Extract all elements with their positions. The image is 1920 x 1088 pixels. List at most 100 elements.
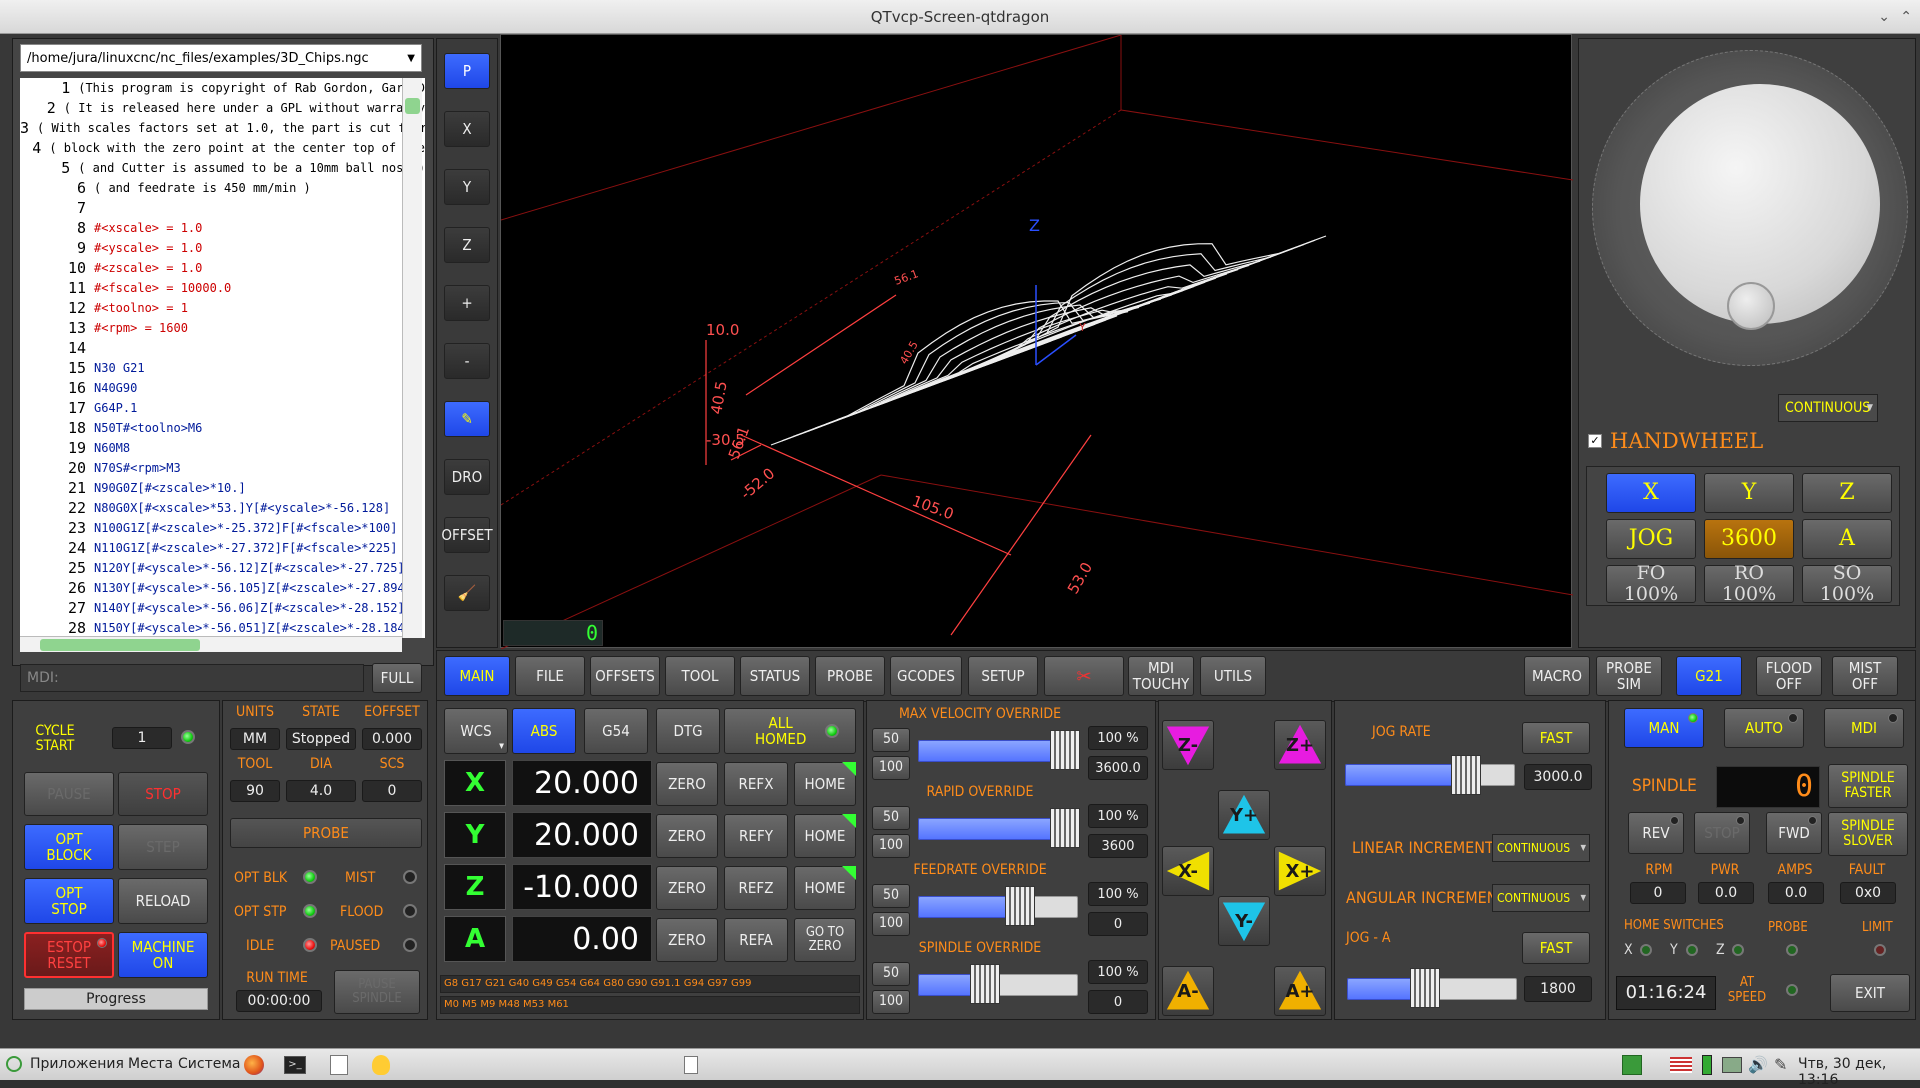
file-path-combo[interactable]: /home/jura/linuxcnc/nc_files/examples/3D… bbox=[20, 44, 422, 72]
handwheel-y-button[interactable]: Y bbox=[1704, 473, 1794, 513]
view-y-button[interactable]: Y bbox=[444, 169, 490, 205]
gcode-line[interactable]: 21 N90G0Z[#<zscale>*10.] bbox=[20, 478, 425, 498]
gcode-line[interactable]: 10 #<zscale> = 1.0 bbox=[20, 258, 425, 278]
tab-setup[interactable]: SETUP bbox=[968, 656, 1038, 696]
z-plus-button[interactable]: Z+ bbox=[1274, 720, 1326, 770]
gcode-line[interactable]: 28 N150Y[#<yscale>*-56.051]Z[#<zscale>*-2… bbox=[20, 618, 425, 638]
gcode-line[interactable]: 6 ( and feedrate is 450 mm/min ) bbox=[20, 178, 425, 198]
y-plus-button[interactable]: Y+ bbox=[1218, 790, 1270, 840]
handwheel-checkbox[interactable]: ✓ bbox=[1588, 434, 1602, 448]
gcode-line[interactable]: 11 #<fscale> = 10000.0 bbox=[20, 278, 425, 298]
tab-mdi-touchy[interactable]: MDI TOUCHY bbox=[1128, 656, 1194, 696]
jog-a-slider-knob[interactable] bbox=[1410, 968, 1440, 1008]
cycle-count[interactable]: 1 bbox=[112, 727, 172, 749]
gcode-line[interactable]: 27 N140Y[#<yscale>*-56.06]Z[#<zscale>*-28… bbox=[20, 598, 425, 618]
handwheel-so-button[interactable]: SO 100% bbox=[1802, 563, 1892, 604]
terminal-icon[interactable]: >_ bbox=[284, 1056, 306, 1074]
axis-y-button[interactable]: Y bbox=[444, 812, 506, 858]
firefox-icon[interactable] bbox=[244, 1055, 264, 1075]
override-100-button[interactable]: 100 bbox=[872, 912, 910, 936]
handwheel-fo-button[interactable]: FO 100% bbox=[1606, 563, 1696, 604]
cycle-start-label[interactable]: CYCLE START bbox=[24, 718, 86, 760]
tab-status[interactable]: STATUS bbox=[740, 656, 810, 696]
gcode-line[interactable]: 25 N120Y[#<yscale>*-56.12]Z[#<zscale>*-27… bbox=[20, 558, 425, 578]
chevron-up-icon[interactable]: ⌃ bbox=[1900, 0, 1912, 34]
handwheel-z-button[interactable]: Z bbox=[1802, 473, 1892, 513]
gcode-line[interactable]: 8 #<xscale> = 1.0 bbox=[20, 218, 425, 238]
menu-logo-icon[interactable] bbox=[6, 1056, 22, 1072]
pause-spindle-button[interactable]: PAUSE SPINDLE bbox=[334, 970, 420, 1014]
ref-z-button[interactable]: REFZ bbox=[724, 866, 788, 910]
network-icon[interactable] bbox=[1722, 1057, 1742, 1073]
gcode-line[interactable]: 26 N130Y[#<yscale>*-56.105]Z[#<zscale>*-2… bbox=[20, 578, 425, 598]
battery-icon[interactable] bbox=[1702, 1055, 1712, 1075]
axis-a-button[interactable]: A bbox=[444, 916, 506, 962]
gcode-line[interactable]: 18 N50T#<toolno>M6 bbox=[20, 418, 425, 438]
override-50-button[interactable]: 50 bbox=[872, 884, 910, 908]
override-slider-knob[interactable] bbox=[1050, 730, 1080, 770]
opt-block-button[interactable]: OPT BLOCK bbox=[24, 824, 114, 870]
zero-z-button[interactable]: ZERO bbox=[656, 866, 718, 910]
tab-gcodes[interactable]: GCODES bbox=[890, 656, 962, 696]
gcode-line[interactable]: 14 bbox=[20, 338, 425, 358]
dro-toggle-button[interactable]: DRO bbox=[444, 459, 490, 495]
hscroll-thumb[interactable] bbox=[40, 639, 200, 651]
handwheel-mode-combo[interactable]: CONTINUOUS ▼ bbox=[1778, 394, 1878, 422]
probe-button[interactable]: PROBE bbox=[230, 818, 422, 848]
abs-button[interactable]: ABS bbox=[512, 708, 576, 754]
override-100-button[interactable]: 100 bbox=[872, 990, 910, 1014]
text-editor-icon[interactable] bbox=[330, 1055, 348, 1075]
mist-off-button[interactable]: MIST OFF bbox=[1832, 656, 1898, 696]
view-x-button[interactable]: X bbox=[444, 111, 490, 147]
zoom-out-button[interactable]: - bbox=[444, 343, 490, 379]
clear-view-button[interactable]: 🧹 bbox=[444, 575, 490, 611]
override-50-button[interactable]: 50 bbox=[872, 728, 910, 752]
reload-button[interactable]: RELOAD bbox=[118, 878, 208, 924]
mdi-full-button[interactable]: FULL bbox=[372, 663, 422, 693]
gcode-line[interactable]: 9 #<yscale> = 1.0 bbox=[20, 238, 425, 258]
handwheel-ro-button[interactable]: RO 100% bbox=[1704, 563, 1794, 604]
gcode-line[interactable]: 7 bbox=[20, 198, 425, 218]
gcode-line[interactable]: 19 N60M8 bbox=[20, 438, 425, 458]
chevron-down-icon[interactable]: ⌄ bbox=[1878, 0, 1890, 34]
handwheel-rate-button[interactable]: 3600 bbox=[1704, 519, 1794, 559]
z-minus-button[interactable]: Z- bbox=[1162, 720, 1214, 770]
offset-toggle-button[interactable]: OFFSET bbox=[441, 517, 493, 553]
system-menu[interactable]: Система bbox=[178, 1056, 240, 1072]
exit-button[interactable]: EXIT bbox=[1830, 974, 1910, 1012]
gcode-line[interactable]: 24 N110G1Z[#<zscale>*-27.372]F[#<fscale>*… bbox=[20, 538, 425, 558]
gcode-line[interactable]: 20 N70S#<rpm>M3 bbox=[20, 458, 425, 478]
gcode-line[interactable]: 17 G64P.1 bbox=[20, 398, 425, 418]
handwheel-knob[interactable] bbox=[1727, 282, 1775, 330]
probe-sim-button[interactable]: PROBE SIM bbox=[1596, 656, 1662, 696]
flood-off-button[interactable]: FLOOD OFF bbox=[1756, 656, 1822, 696]
screenshot-icon[interactable]: ✎ bbox=[1774, 1055, 1787, 1074]
spindle-faster-button[interactable]: SPINDLE FASTER bbox=[1828, 764, 1908, 808]
a-plus-button[interactable]: A+ bbox=[1274, 966, 1326, 1016]
scroll-thumb[interactable] bbox=[405, 98, 420, 114]
x-plus-button[interactable]: X+ bbox=[1274, 846, 1326, 896]
zero-x-button[interactable]: ZERO bbox=[656, 762, 718, 806]
gcode-line[interactable]: 4 ( block with the zero point at the cent… bbox=[20, 138, 425, 158]
gcode-graphics-view[interactable]: Z Y 10.0 40.5 56.1 -30.5 -52.0 105.0 53.0 56.1 4… bbox=[500, 34, 1574, 650]
g54-button[interactable]: G54 bbox=[584, 708, 648, 754]
angular-increment-combo[interactable]: CONTINUOUS ▼ bbox=[1492, 884, 1590, 912]
zero-a-button[interactable]: ZERO bbox=[656, 918, 718, 962]
window-list-icon[interactable] bbox=[684, 1056, 698, 1074]
handwheel-jog-button[interactable]: JOG bbox=[1606, 519, 1696, 559]
editor-vscrollbar[interactable] bbox=[402, 78, 422, 638]
override-100-button[interactable]: 100 bbox=[872, 834, 910, 858]
tab-tool-setter[interactable]: ✂ bbox=[1044, 656, 1124, 696]
override-slider-knob[interactable] bbox=[970, 964, 1000, 1004]
gcode-line[interactable]: 13 #<rpm> = 1600 bbox=[20, 318, 425, 338]
zoom-in-button[interactable]: + bbox=[444, 285, 490, 321]
tab-file[interactable]: FILE bbox=[515, 656, 585, 696]
jog-rate-fast-button[interactable]: FAST bbox=[1522, 722, 1590, 754]
apps-menu[interactable]: Приложения bbox=[30, 1056, 124, 1072]
axis-x-button[interactable]: X bbox=[444, 760, 506, 806]
tab-utils[interactable]: UTILS bbox=[1200, 656, 1266, 696]
gcode-line[interactable]: 23 N100G1Z[#<zscale>*-25.372]F[#<fscale>*… bbox=[20, 518, 425, 538]
override-100-button[interactable]: 100 bbox=[872, 756, 910, 780]
gcode-editor[interactable]: 1 (This program is copyright of Rab Gordo… bbox=[20, 78, 425, 638]
gcode-line[interactable]: 15 N30 G21 bbox=[20, 358, 425, 378]
